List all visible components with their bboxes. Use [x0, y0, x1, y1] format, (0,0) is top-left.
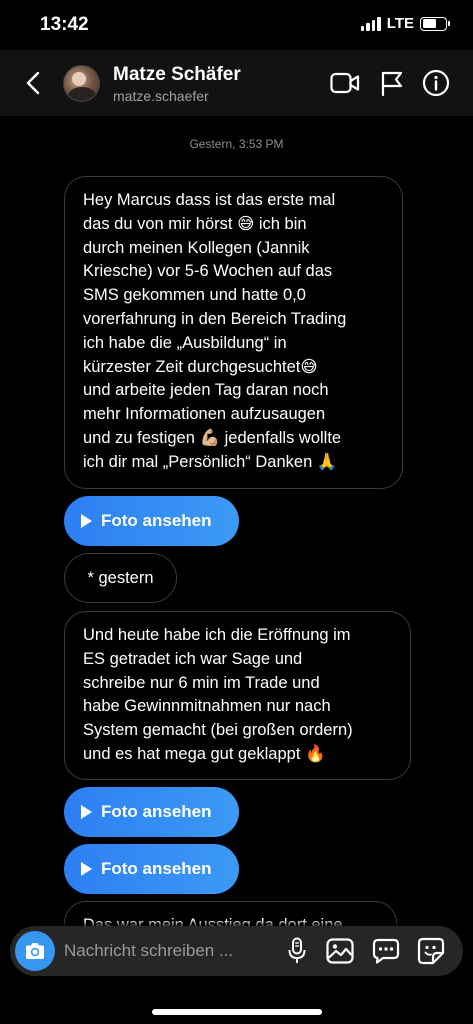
- play-icon: [81, 805, 92, 819]
- view-photo-label: Foto ansehen: [101, 511, 212, 530]
- message-line: ich dir mal „Persönlich“ Danken 🙏: [83, 452, 338, 471]
- view-photo-button[interactable]: Foto ansehen: [64, 787, 239, 837]
- message-line: mehr Informationen aufzusaugen: [83, 405, 326, 424]
- view-photo-button[interactable]: Foto ansehen: [64, 844, 239, 894]
- gallery-button[interactable]: [326, 937, 354, 965]
- message-text: * gestern: [87, 568, 154, 587]
- battery-icon: [420, 16, 450, 31]
- message-line: das du von mir hörst 😅 ich bin: [83, 214, 307, 233]
- home-indicator[interactable]: [152, 1009, 322, 1015]
- message-bubble[interactable]: Und heute habe ich die Eröffnung im ES g…: [64, 611, 411, 780]
- sticker-button[interactable]: [417, 937, 445, 965]
- avatar[interactable]: [63, 65, 100, 102]
- contact-name[interactable]: Matze Schäfer: [113, 64, 241, 86]
- message-bubble[interactable]: Hey Marcus dass ist das erste mal das du…: [64, 176, 403, 489]
- message-line: und arbeite jeden Tag daran noch: [83, 381, 329, 400]
- voice-message-button[interactable]: [283, 937, 311, 965]
- message-line: ich habe die „Ausbildung“ in: [83, 333, 287, 352]
- message-line: vorerfahrung in den Bereich Trading: [83, 309, 347, 328]
- message-line: habe Gewinnmitnahmen nur nach: [83, 697, 331, 716]
- info-icon: [422, 69, 450, 97]
- message-bubble[interactable]: * gestern: [64, 553, 177, 603]
- camera-icon: [26, 943, 44, 959]
- message-line: SMS gekommen und hatte 0,0: [83, 286, 306, 305]
- message-line: Hey Marcus dass ist das erste mal: [83, 191, 336, 209]
- video-call-button[interactable]: [329, 67, 361, 99]
- status-time: 13:42: [40, 14, 89, 35]
- message-composer: [10, 926, 463, 976]
- view-photo-label: Foto ansehen: [101, 859, 212, 878]
- contact-username: matze.schaefer: [113, 88, 209, 104]
- report-button[interactable]: [376, 67, 408, 99]
- message-line: durch meinen Kollegen (Jannik: [83, 238, 310, 257]
- info-button[interactable]: [420, 67, 452, 99]
- network-type: LTE: [386, 15, 414, 32]
- message-line: schreibe nur 6 min im Trade und: [83, 673, 320, 692]
- message-input[interactable]: [64, 939, 264, 963]
- flag-icon: [381, 71, 403, 96]
- play-icon: [81, 514, 92, 528]
- back-button[interactable]: [18, 68, 48, 98]
- status-indicators: LTE: [360, 15, 450, 32]
- more-options-button[interactable]: [372, 937, 400, 965]
- message-line: ES getradet ich war Sage und: [83, 649, 303, 668]
- signal-icon: [360, 16, 381, 31]
- view-photo-label: Foto ansehen: [101, 802, 212, 821]
- back-arrow-icon: [26, 71, 40, 95]
- message-line: System gemacht (bei großen ordern): [83, 721, 353, 740]
- chat-bubble-icon: [372, 938, 400, 964]
- view-photo-button[interactable]: Foto ansehen: [64, 496, 239, 546]
- sticker-icon: [417, 937, 445, 965]
- message-line: Und heute habe ich die Eröffnung im: [83, 626, 351, 644]
- microphone-icon: [288, 937, 306, 963]
- message-line: Kriesche) vor 5-6 Wochen auf das: [83, 262, 333, 281]
- message-line: kürzester Zeit durchgesuchtet😅: [83, 357, 318, 376]
- message-line: und es hat mega gut geklappt 🔥: [83, 744, 326, 763]
- message-line: und zu festigen 💪🏼 jedenfalls wollte: [83, 428, 342, 447]
- chat-header: Matze Schäfer matze.schaefer: [0, 50, 473, 116]
- play-icon: [81, 862, 92, 876]
- message-timestamp: Gestern, 3:53 PM: [189, 137, 284, 151]
- gallery-icon: [326, 938, 354, 964]
- status-bar: 13:42 LTE: [0, 0, 473, 50]
- video-call-icon: [330, 72, 360, 94]
- camera-button[interactable]: [15, 931, 55, 971]
